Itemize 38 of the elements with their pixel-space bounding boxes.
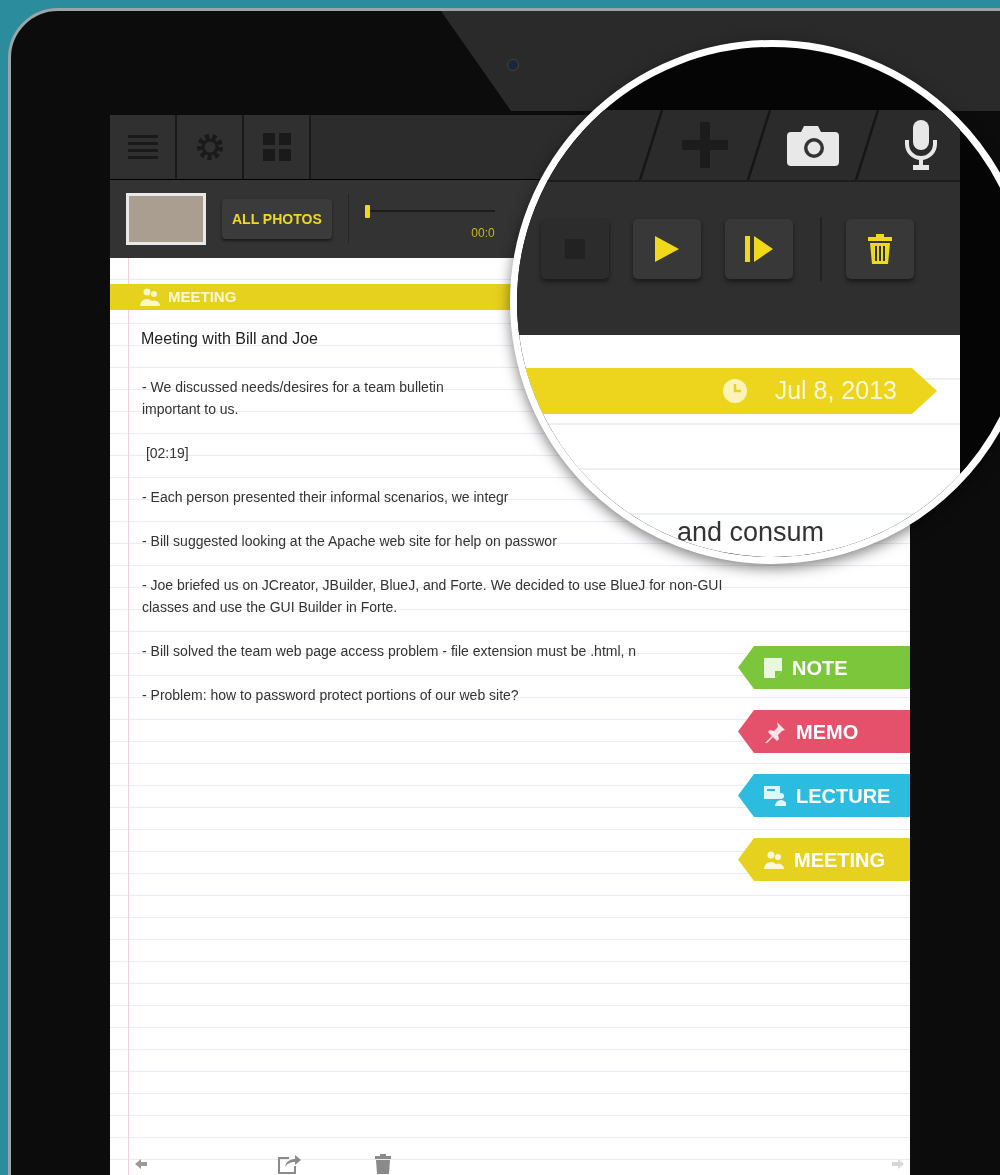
note-line: - Joe briefed us on JCreator, JBuilder, BlueJ, and Forte. We decided to use BlueJ for non-GUI [142,576,723,595]
category-label: MEETING [168,286,237,307]
category-tag[interactable]: LECTURE [738,774,910,817]
timeline-marker[interactable] [364,204,370,218]
player-button[interactable] [725,218,793,279]
note-line: classes and use the GUI Builder in Forte. [142,598,398,617]
note-line: - Bill suggested looking at the Apache web site for help on passwor [142,532,557,551]
category-tag[interactable]: NOTE [738,646,910,689]
note-line: important to us. [142,400,239,419]
people-icon [140,288,160,306]
category-tag[interactable]: MEMO [738,710,910,753]
trash-icon[interactable] [375,1154,391,1174]
all-photos-button[interactable]: ALL PHOTOS [222,199,332,239]
note-date: Jul 8, 2013 [774,375,897,407]
play-icon [655,235,679,262]
note-line: - Problem: how to password protect portions of our web site? [142,686,519,705]
player-button[interactable] [633,218,701,279]
pin-icon [764,720,786,743]
note-line: - We discussed needs/desires for a team bulletin [142,378,444,397]
note-icon [764,657,782,678]
player-button[interactable] [846,218,914,279]
note-line: - Each person presented their informal scenarios, we integr [142,488,509,507]
step-forward-icon [745,235,773,262]
note-line: - Bill solved the team web page access problem - file extension must be .html, n [142,642,637,661]
trash-icon [868,233,892,264]
microphone-icon [904,120,938,170]
camera-icon [787,124,839,166]
note-title: Meeting with Bill and Joe [141,329,319,349]
left-arrow-icon[interactable] [135,1159,147,1169]
note-line: [02:19] [144,444,189,463]
clock-icon [722,379,747,403]
lecture-icon [764,785,786,806]
playback-time: 00:0 [471,224,495,242]
magnified-text: and consum [677,516,825,549]
people-icon [764,850,784,869]
settings-icon [195,133,224,161]
share-icon[interactable] [277,1154,301,1174]
category-tag[interactable]: MEETING [738,838,910,881]
